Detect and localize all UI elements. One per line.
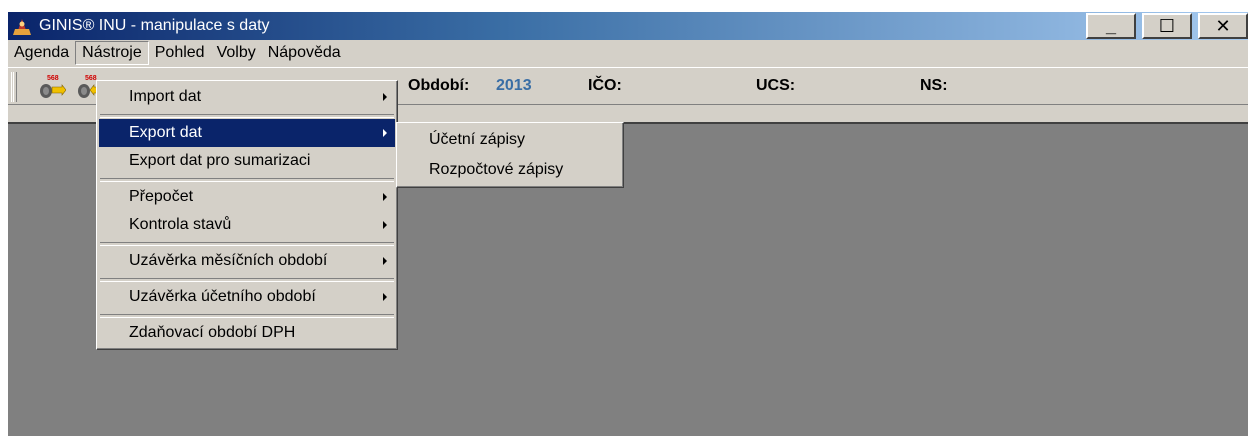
ns-label: NS: bbox=[920, 77, 948, 94]
menu-nastroje[interactable]: Nástroje bbox=[75, 41, 149, 65]
menu-item-uzaverka-ucetniho[interactable]: Uzávěrka účetního období bbox=[99, 283, 395, 311]
nastroje-dropdown: Import dat Export dat Export dat pro sum… bbox=[96, 80, 398, 350]
menu-bar: Agenda Nástroje Pohled Volby Nápověda bbox=[8, 40, 1248, 66]
menu-item-zdanovaci-obdobi[interactable]: Zdaňovací období DPH bbox=[99, 319, 395, 347]
window-title: GINIS® INU - manipulace s daty bbox=[39, 17, 270, 34]
menu-separator bbox=[99, 239, 395, 247]
menu-item-export-dat[interactable]: Export dat bbox=[99, 119, 395, 147]
title-bar[interactable]: GINIS® INU - manipulace s daty _ ☐ ✕ bbox=[8, 12, 1248, 40]
menu-separator bbox=[99, 311, 395, 319]
menu-separator bbox=[99, 175, 395, 183]
menu-agenda[interactable]: Agenda bbox=[8, 41, 75, 65]
menu-separator bbox=[99, 275, 395, 283]
export-submenu: Účetní zápisy Rozpočtové zápisy bbox=[396, 122, 624, 188]
toolbar-grip[interactable] bbox=[11, 72, 17, 102]
menu-item-export-dat-label: Export dat bbox=[129, 124, 202, 141]
menu-item-import-dat[interactable]: Import dat bbox=[99, 83, 395, 111]
submenu-arrow-icon bbox=[383, 93, 387, 101]
menu-volby[interactable]: Volby bbox=[211, 41, 262, 65]
submenu-arrow-icon bbox=[383, 293, 387, 301]
menu-item-prepocet-label: Přepočet bbox=[129, 188, 194, 205]
app-window: GINIS® INU - manipulace s daty _ ☐ ✕ Age… bbox=[8, 12, 1248, 436]
submenu-arrow-icon bbox=[383, 257, 387, 265]
menu-item-uzaverka-ucetniho-label: Uzávěrka účetního období bbox=[129, 288, 316, 305]
window-controls: _ ☐ ✕ bbox=[1086, 13, 1248, 39]
menu-item-prepocet[interactable]: Přepočet bbox=[99, 183, 395, 211]
menu-item-import-dat-label: Import dat bbox=[129, 88, 202, 105]
close-button[interactable]: ✕ bbox=[1198, 13, 1248, 39]
submenu-item-rozpoctove-zapisy[interactable]: Rozpočtové zápisy bbox=[399, 155, 621, 185]
menu-item-kontrola-stavu-label: Kontrola stavů bbox=[129, 216, 232, 233]
menu-separator bbox=[99, 111, 395, 119]
menu-item-zdanovaci-obdobi-label: Zdaňovací období DPH bbox=[129, 324, 296, 341]
minimize-button[interactable]: _ bbox=[1086, 13, 1136, 39]
ginis-app-icon bbox=[11, 15, 33, 37]
menu-napoveda[interactable]: Nápověda bbox=[262, 41, 347, 65]
menu-item-uzaverka-mesicnich[interactable]: Uzávěrka měsíčních období bbox=[99, 247, 395, 275]
menu-item-export-sumarizace[interactable]: Export dat pro sumarizaci bbox=[99, 147, 395, 175]
obdobi-value: 2013 bbox=[496, 77, 532, 94]
menu-item-kontrola-stavu[interactable]: Kontrola stavů bbox=[99, 211, 395, 239]
menu-pohled[interactable]: Pohled bbox=[149, 41, 211, 65]
maximize-button[interactable]: ☐ bbox=[1142, 13, 1192, 39]
ico-label: IČO: bbox=[588, 77, 622, 94]
obdobi-label: Období: bbox=[408, 77, 470, 94]
icon-label-568: 568 bbox=[47, 75, 59, 82]
menu-item-export-sumarizace-label: Export dat pro sumarizaci bbox=[129, 152, 311, 169]
submenu-arrow-icon bbox=[383, 193, 387, 201]
menu-item-uzaverka-mesicnich-label: Uzávěrka měsíčních období bbox=[129, 252, 328, 269]
submenu-arrow-icon bbox=[383, 221, 387, 229]
submenu-arrow-icon bbox=[383, 129, 387, 137]
ucs-label: UCS: bbox=[756, 77, 796, 94]
submenu-item-ucetni-zapisy[interactable]: Účetní zápisy bbox=[399, 125, 621, 155]
transfer-in-icon[interactable]: 568 bbox=[38, 73, 67, 101]
